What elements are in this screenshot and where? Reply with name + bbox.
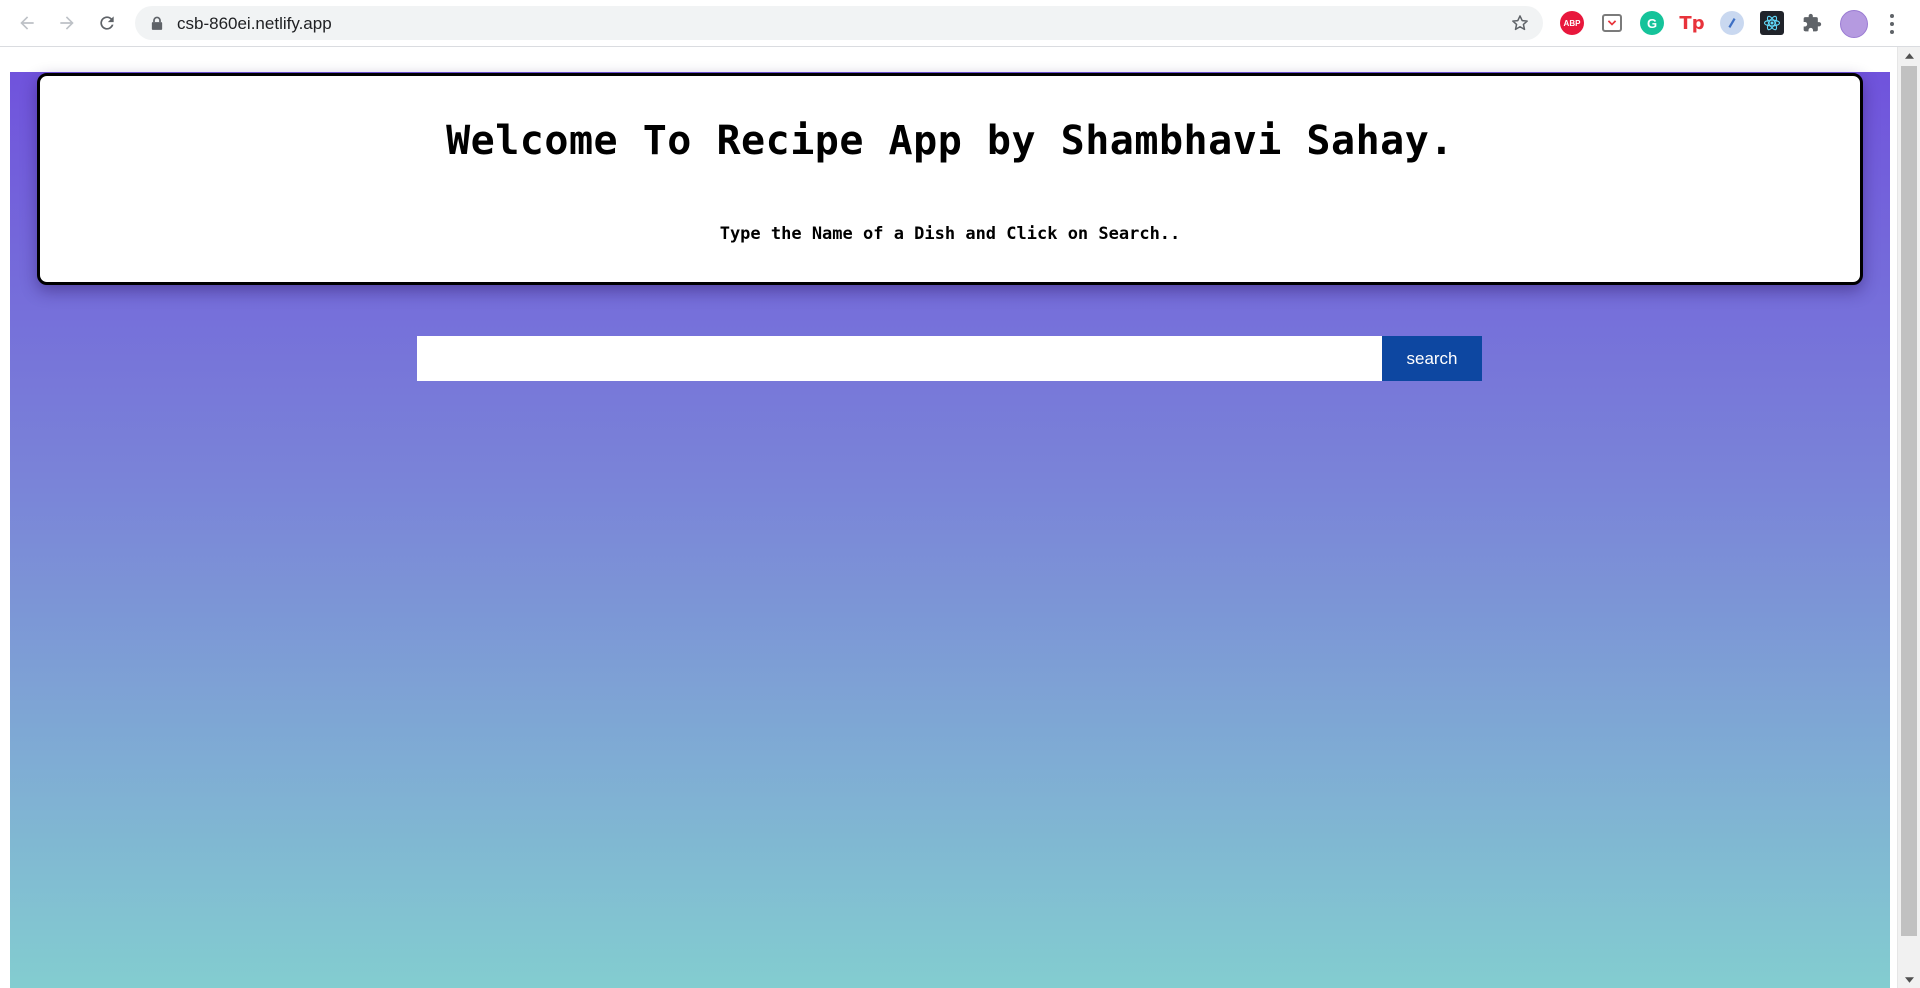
o-extension-icon[interactable]: [1720, 11, 1744, 35]
url-text[interactable]: csb-860ei.netlify.app: [177, 14, 332, 34]
page-viewport: Welcome To Recipe App by Shambhavi Sahay…: [0, 47, 1920, 988]
header-card: Welcome To Recipe App by Shambhavi Sahay…: [37, 73, 1863, 285]
vertical-scrollbar[interactable]: [1897, 47, 1920, 988]
search-button[interactable]: search: [1382, 336, 1482, 381]
pocket-icon[interactable]: [1602, 14, 1622, 32]
forward-arrow-icon: [60, 16, 74, 30]
scrollbar-thumb[interactable]: [1901, 66, 1917, 936]
tp-icon[interactable]: Tp: [1679, 11, 1704, 35]
back-arrow-icon: [20, 16, 34, 30]
browser-toolbar: csb-860ei.netlify.app ABP G Tp: [0, 0, 1920, 47]
address-bar[interactable]: csb-860ei.netlify.app: [135, 6, 1543, 40]
search-input[interactable]: [417, 336, 1382, 381]
forward-button[interactable]: [52, 8, 82, 38]
adblock-plus-icon[interactable]: ABP: [1560, 11, 1584, 35]
profile-avatar[interactable]: [1840, 10, 1868, 38]
browser-menu-icon[interactable]: [1885, 12, 1899, 36]
reload-button[interactable]: [92, 8, 122, 38]
search-form: search: [417, 336, 1482, 381]
scroll-down-arrow-icon[interactable]: [1898, 971, 1920, 988]
back-button[interactable]: [12, 8, 42, 38]
page-title: Welcome To Recipe App by Shambhavi Sahay…: [446, 118, 1454, 164]
page-subtitle: Type the Name of a Dish and Click on Sea…: [719, 224, 1181, 244]
extensions-puzzle-icon[interactable]: [1800, 11, 1824, 35]
reload-icon: [100, 16, 114, 30]
lock-icon: [150, 15, 164, 31]
react-devtools-icon[interactable]: [1760, 11, 1784, 35]
scroll-up-arrow-icon[interactable]: [1898, 47, 1920, 64]
grammarly-icon[interactable]: G: [1640, 11, 1664, 35]
bookmark-star-icon[interactable]: [1509, 12, 1531, 34]
